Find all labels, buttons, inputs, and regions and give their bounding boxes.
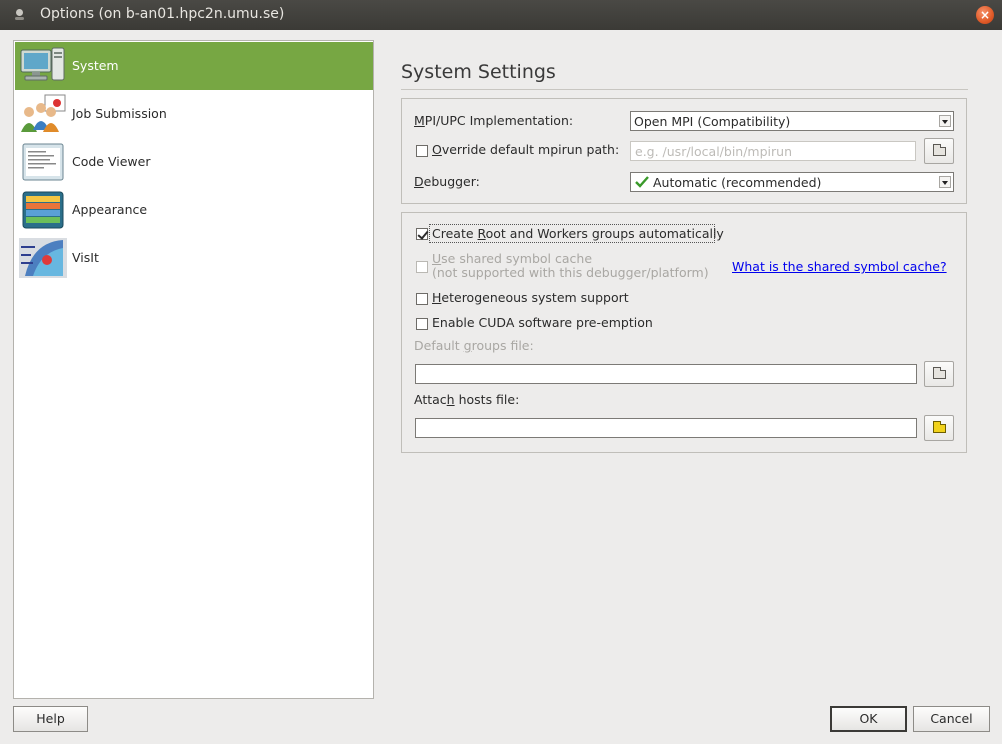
create-groups-checkbox[interactable] bbox=[416, 228, 428, 240]
window-menu-icon[interactable] bbox=[15, 9, 24, 21]
override-mpirun-checkbox[interactable] bbox=[416, 145, 428, 157]
shared-symbol-cache-label: Use shared symbol cache bbox=[432, 251, 593, 266]
sidebar-item-label: System bbox=[72, 58, 119, 73]
cancel-button[interactable]: Cancel bbox=[913, 706, 990, 732]
mpi-implementation-select[interactable]: Open MPI (Compatibility) bbox=[630, 111, 954, 131]
mpi-implementation-label: MPI/UPC Implementation: bbox=[414, 113, 574, 128]
computer-icon bbox=[20, 47, 65, 81]
sidebar-item-label: VisIt bbox=[72, 250, 99, 265]
sidebar-item-system[interactable]: System bbox=[15, 42, 373, 90]
sidebar-item-job-submission[interactable]: Job Submission bbox=[15, 90, 373, 138]
help-button[interactable]: Help bbox=[13, 706, 88, 732]
code-viewer-icon bbox=[22, 143, 64, 181]
ok-button[interactable]: OK bbox=[830, 706, 907, 732]
default-groups-browse-button[interactable] bbox=[924, 361, 954, 387]
debugger-select[interactable]: Automatic (recommended) bbox=[630, 172, 954, 192]
sidebar-item-visit[interactable]: VisIt bbox=[15, 234, 373, 282]
close-icon[interactable]: × bbox=[976, 6, 994, 24]
attach-hosts-label: Attach hosts file: bbox=[414, 392, 520, 407]
checkmark-icon bbox=[635, 176, 649, 188]
options-category-list: System Job Submission Code Viewer Appear… bbox=[13, 40, 374, 699]
sidebar-item-label: Code Viewer bbox=[72, 154, 151, 169]
sidebar-item-label: Job Submission bbox=[72, 106, 167, 121]
shared-symbol-cache-help-link[interactable]: What is the shared symbol cache? bbox=[732, 259, 947, 274]
chevron-down-icon bbox=[939, 115, 951, 127]
default-groups-label: Default groups file: bbox=[414, 338, 534, 353]
folder-icon bbox=[933, 421, 946, 433]
heterogeneous-checkbox[interactable] bbox=[416, 293, 428, 305]
users-icon bbox=[21, 94, 66, 132]
debugger-label: Debugger: bbox=[414, 174, 480, 189]
chevron-down-icon bbox=[939, 176, 951, 188]
create-groups-label: Create Root and Workers groups automatic… bbox=[432, 226, 724, 241]
mpirun-path-input[interactable] bbox=[630, 141, 916, 161]
visit-icon bbox=[19, 238, 67, 278]
debugger-value: Automatic (recommended) bbox=[653, 175, 822, 190]
mpi-implementation-value: Open MPI (Compatibility) bbox=[634, 114, 791, 129]
shared-symbol-cache-checkbox[interactable] bbox=[416, 261, 428, 273]
window-title: Options (on b-an01.hpc2n.umu.se) bbox=[40, 6, 285, 22]
folder-icon bbox=[933, 367, 946, 379]
groups-settings-group: Create Root and Workers groups automatic… bbox=[401, 212, 967, 453]
page-title: System Settings bbox=[401, 61, 556, 83]
appearance-icon bbox=[22, 191, 64, 229]
shared-symbol-cache-note: (not supported with this debugger/platfo… bbox=[432, 265, 709, 280]
attach-hosts-input[interactable] bbox=[415, 418, 917, 438]
sidebar-item-label: Appearance bbox=[72, 202, 148, 217]
mpirun-browse-button[interactable] bbox=[924, 138, 954, 164]
title-bar: Options (on b-an01.hpc2n.umu.se) × bbox=[0, 0, 1002, 30]
mpi-settings-group: MPI/UPC Implementation: Open MPI (Compat… bbox=[401, 98, 967, 204]
sidebar-item-appearance[interactable]: Appearance bbox=[15, 186, 373, 234]
cuda-preemption-label: Enable CUDA software pre-emption bbox=[432, 315, 653, 330]
attach-hosts-browse-button[interactable] bbox=[924, 415, 954, 441]
cuda-preemption-checkbox[interactable] bbox=[416, 318, 428, 330]
sidebar-item-code-viewer[interactable]: Code Viewer bbox=[15, 138, 373, 186]
folder-icon bbox=[933, 144, 946, 156]
default-groups-input[interactable] bbox=[415, 364, 917, 384]
heading-divider bbox=[401, 89, 968, 90]
heterogeneous-label: Heterogeneous system support bbox=[432, 290, 629, 305]
override-mpirun-label: Override default mpirun path: bbox=[432, 142, 620, 157]
